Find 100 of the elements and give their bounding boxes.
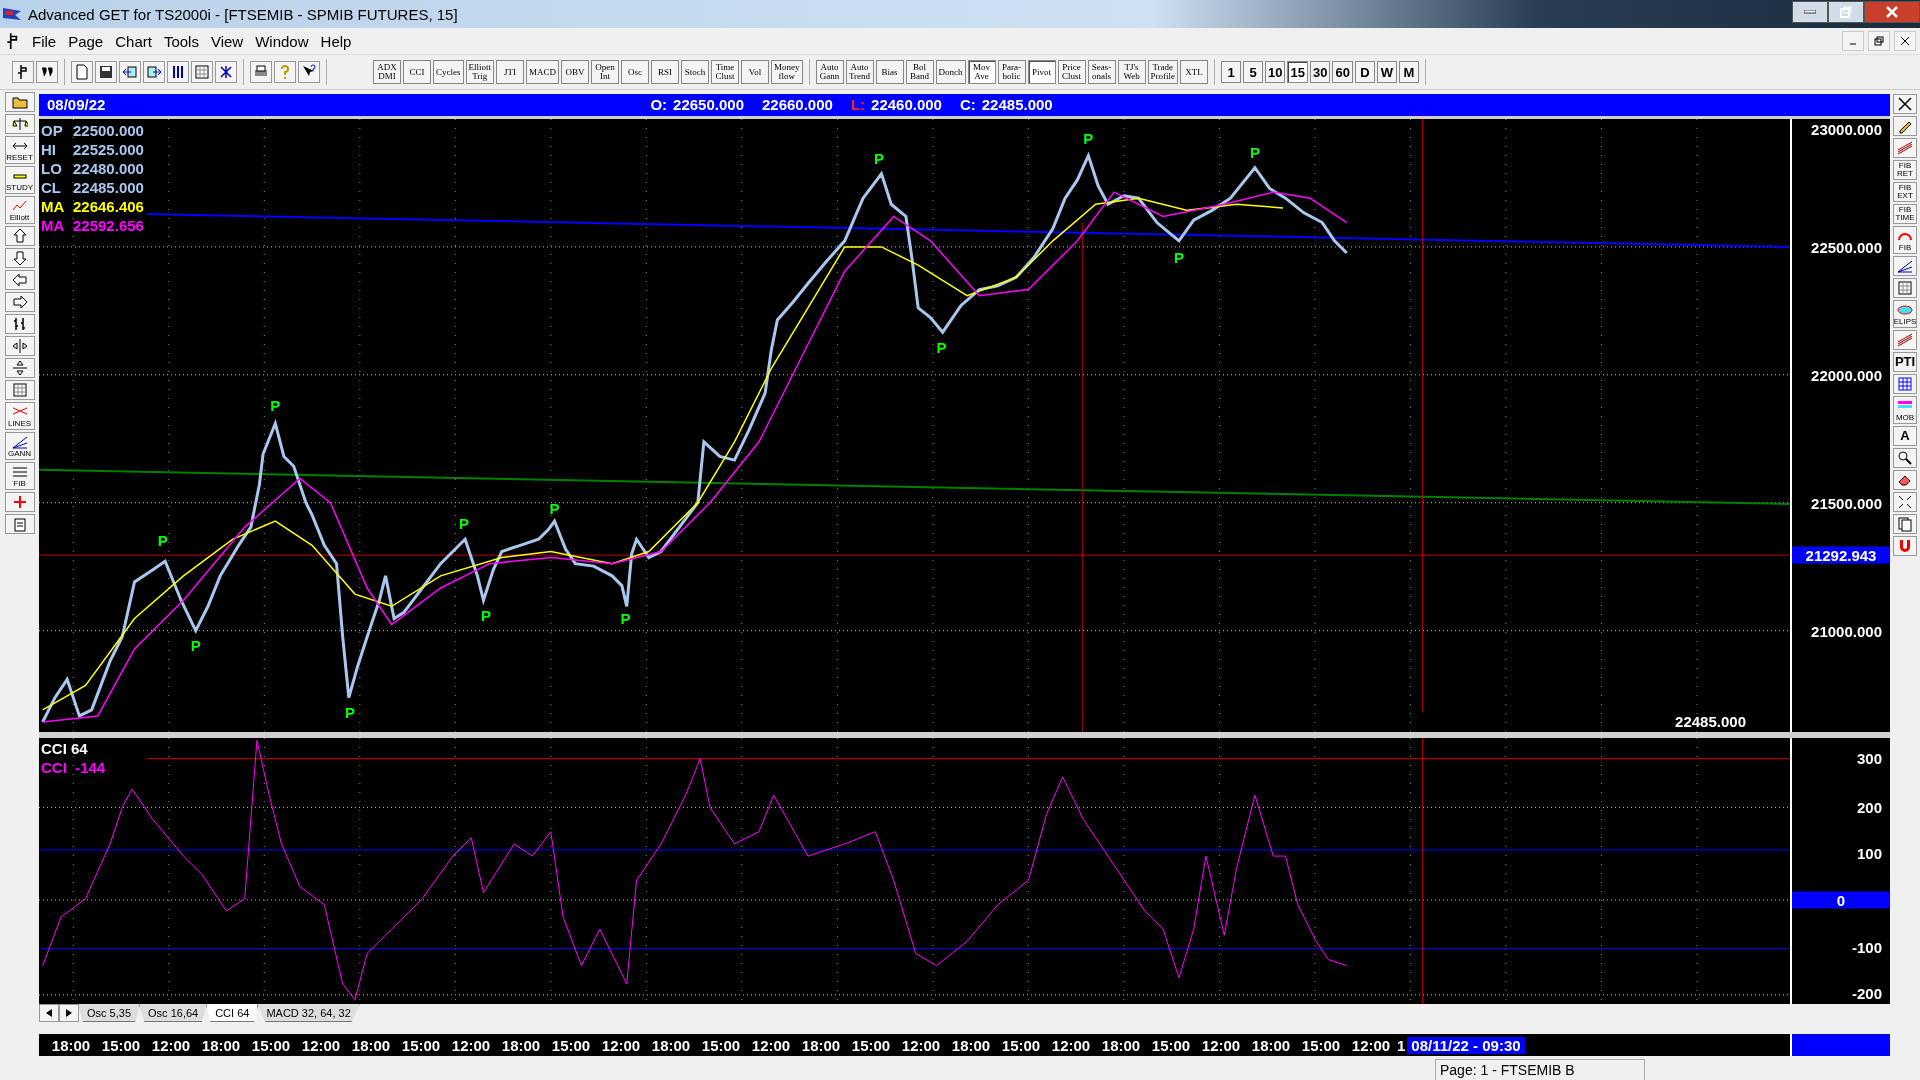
side-tool-button[interactable] — [4, 92, 35, 112]
scroll-left-button[interactable] — [39, 1004, 59, 1023]
drawing-tool-button[interactable]: ELIPS — [1893, 300, 1917, 328]
legend-value: MA 22646.406 — [41, 196, 144, 216]
indicator-button[interactable]: MACD — [526, 60, 559, 84]
side-tool-button[interactable] — [4, 270, 35, 290]
interval-button[interactable]: D — [1354, 61, 1375, 83]
indicator-button[interactable]: JTI — [496, 60, 524, 84]
side-tool-button[interactable]: GANN — [4, 432, 35, 460]
side-tool-button[interactable] — [4, 114, 35, 134]
indicator-button[interactable]: Bias — [875, 60, 904, 84]
toolbar-button[interactable] — [167, 61, 189, 83]
toolbar-button[interactable] — [95, 61, 117, 83]
indicator-button[interactable]: Pivot — [1027, 60, 1056, 84]
side-tool-button[interactable]: STUDY — [4, 166, 35, 194]
side-tool-button[interactable]: Elliott — [4, 196, 35, 224]
indicator-button[interactable]: Trade Profile — [1147, 60, 1178, 84]
side-tool-button[interactable] — [4, 248, 35, 268]
menu-item[interactable]: Page — [62, 32, 110, 50]
toolbar-button[interactable] — [12, 61, 34, 83]
minimize-button[interactable] — [1792, 1, 1828, 23]
interval-button[interactable]: 10 — [1265, 61, 1286, 83]
menu-item[interactable]: Chart — [109, 32, 158, 50]
drawing-tool-button[interactable] — [1893, 138, 1917, 158]
toolbar-button[interactable] — [143, 61, 165, 83]
indicator-button[interactable]: OBV — [561, 60, 589, 84]
maximize-button[interactable] — [1828, 1, 1864, 23]
interval-button[interactable]: 5 — [1243, 61, 1263, 83]
indicator-button[interactable]: Open Int — [591, 60, 619, 84]
menu-item[interactable]: Tools — [157, 32, 205, 50]
toolbar-button[interactable] — [298, 61, 320, 83]
side-tool-button[interactable] — [4, 314, 35, 334]
menu-item[interactable]: Help — [314, 32, 358, 50]
drawing-tool-button[interactable] — [1893, 116, 1917, 136]
toolbar-button[interactable] — [36, 61, 58, 83]
indicator-button[interactable]: XTL — [1180, 60, 1208, 84]
interval-button[interactable]: 1 — [1221, 61, 1241, 83]
drawing-tool-button[interactable]: FIB TIME — [1893, 204, 1917, 224]
side-tool-button[interactable] — [4, 226, 35, 246]
side-tool-button[interactable] — [4, 336, 35, 356]
indicator-button[interactable]: TJ's Web — [1117, 60, 1146, 84]
indicator-button[interactable]: ADX DMI — [373, 60, 401, 84]
indicator-button[interactable]: Para- bolic — [997, 60, 1026, 84]
indicator-button[interactable]: Vol — [741, 60, 769, 84]
indicator-button[interactable]: Auto Trend — [845, 60, 874, 84]
indicator-button[interactable]: Money flow — [771, 60, 803, 84]
indicator-button[interactable]: Elliott Trig — [465, 60, 494, 84]
indicator-tab[interactable]: Osc 16,64 — [139, 1004, 208, 1023]
restore-button[interactable] — [1868, 31, 1890, 51]
diagonal-lines-icon — [1897, 140, 1913, 156]
time-label: 15:00 — [845, 1036, 895, 1054]
drawing-tool-button[interactable] — [1893, 514, 1917, 534]
indicator-button[interactable]: Osc — [621, 60, 649, 84]
interval-button[interactable]: 30 — [1309, 61, 1331, 83]
side-tool-button[interactable] — [4, 292, 35, 312]
drawing-tool-button[interactable]: FIB — [1893, 226, 1917, 254]
drawing-tool-button[interactable]: MOB — [1893, 396, 1917, 424]
menu-item[interactable]: File — [26, 32, 63, 50]
drawing-tool-button[interactable] — [1893, 470, 1917, 490]
toolbar-button[interactable] — [250, 61, 272, 83]
menu-item[interactable]: Window — [249, 32, 315, 50]
indicator-button[interactable]: Mov Ave — [967, 60, 996, 84]
indicator-button[interactable]: RSI — [651, 60, 679, 84]
drawing-tool-button[interactable] — [1893, 448, 1917, 468]
indicator-tab[interactable]: CCI 64 — [206, 1004, 259, 1023]
drawing-tool-button[interactable]: A — [1893, 426, 1917, 446]
drawing-tool-button[interactable] — [1893, 94, 1917, 114]
menu-item[interactable]: View — [204, 32, 250, 50]
indicator-button[interactable]: Time Clust — [711, 60, 739, 84]
horizontal-lines-icon — [11, 464, 28, 480]
side-tool-button[interactable] — [4, 358, 35, 378]
drawing-tool-button[interactable] — [1893, 330, 1917, 350]
indicator-button[interactable]: Cycles — [433, 60, 464, 84]
scroll-right-button[interactable] — [59, 1004, 79, 1023]
indicator-button[interactable]: Donch — [935, 60, 966, 84]
indicator-button[interactable]: Price Clust — [1057, 60, 1086, 84]
indicator-button[interactable]: Bol Band — [905, 60, 934, 84]
interval-button[interactable]: M — [1398, 61, 1419, 83]
side-tool-button[interactable]: LINES — [4, 402, 35, 430]
drawing-tool-button[interactable] — [1893, 492, 1917, 512]
close-button[interactable] — [1864, 1, 1920, 23]
indicator-button[interactable]: Auto Gann — [815, 60, 844, 84]
drawing-tool-button[interactable]: PTI — [1893, 352, 1917, 372]
drawing-tool-button[interactable]: FIB RET — [1893, 160, 1917, 180]
indicator-tab[interactable]: Osc 5,35 — [78, 1004, 141, 1023]
indicator-button[interactable]: Seas- onals — [1087, 60, 1116, 84]
indicator-tab[interactable]: MACD 32, 64, 32 — [257, 1004, 360, 1023]
indicator-button[interactable]: Stoch — [681, 60, 709, 84]
drawing-tool-button[interactable] — [1893, 256, 1917, 276]
indicator-button[interactable]: CCI — [403, 60, 431, 84]
interval-button[interactable]: 15 — [1287, 61, 1308, 83]
time-label: 18:00 — [1245, 1036, 1295, 1054]
drawing-tool-button[interactable] — [1893, 374, 1917, 394]
interval-button[interactable]: 60 — [1332, 61, 1353, 83]
side-tool-button[interactable]: FIB — [4, 462, 35, 490]
drawing-tool-button[interactable]: FIB EXT — [1893, 182, 1917, 202]
side-tool-button[interactable]: RESET — [4, 136, 35, 164]
interval-button[interactable]: W — [1376, 61, 1397, 83]
toolbar-button[interactable] — [119, 61, 141, 83]
toolbar-button[interactable] — [215, 61, 237, 83]
